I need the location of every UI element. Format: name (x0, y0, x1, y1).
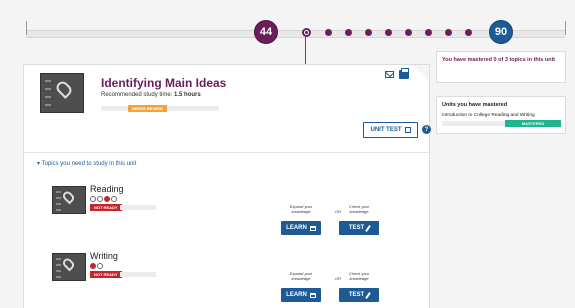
track-end-tick (565, 21, 566, 35)
progress-step[interactable] (465, 29, 472, 36)
map-pin-book-icon (52, 186, 86, 214)
status-badge: NOT READY (90, 271, 122, 278)
units-mastered-heading: Units you have mastered (442, 102, 508, 108)
print-icon[interactable] (399, 68, 409, 79)
topic-progress-bar (120, 272, 156, 277)
mastery-dots (90, 263, 103, 269)
book-icon (309, 292, 316, 298)
learn-hint: Expand your knowledge (289, 204, 313, 214)
mastered-unit-name[interactable]: Introduction to College Reading and Writ… (442, 113, 535, 118)
learn-button[interactable]: LEARN (281, 288, 321, 302)
test-button[interactable]: TEST (339, 288, 379, 302)
status-badge: MASTERED (505, 120, 561, 127)
learn-hint: Expand your knowledge (289, 271, 313, 281)
status-badge: NEEDS REVIEW (128, 105, 167, 112)
unit-header: Identifying Main Ideas Recommended study… (24, 65, 431, 153)
mastery-summary-card: You have mastered 0 of 3 topics in this … (436, 51, 566, 83)
map-pin-book-icon (52, 253, 86, 281)
progress-step[interactable] (345, 29, 352, 36)
progress-step[interactable] (325, 29, 332, 36)
mastery-summary-text: You have mastered 0 of 3 topics in this … (442, 57, 555, 63)
pencil-icon (365, 224, 371, 232)
progress-step[interactable] (425, 29, 432, 36)
mastery-dots (90, 196, 117, 202)
test-button[interactable]: TEST (339, 221, 379, 235)
topic-progress-bar (120, 205, 156, 210)
status-badge: NOT READY (90, 204, 122, 211)
help-icon[interactable]: ? (422, 125, 431, 134)
progress-end-node: 90 (489, 20, 513, 44)
unit-test-button[interactable]: UNIT TEST (363, 122, 418, 138)
topic-name: Writing (90, 251, 118, 261)
topic-writing: Writing NOT READY Expand your knowledge … (24, 247, 429, 308)
study-time: Recommended study time: 1.5 hours (101, 92, 201, 98)
track-start-tick (26, 21, 27, 35)
units-mastered-card: Units you have mastered Introduction to … (436, 96, 566, 134)
edit-icon (404, 127, 411, 133)
progress-step[interactable] (365, 29, 372, 36)
topics-toggle[interactable]: ▾ Topics you need to study in this unit (37, 160, 136, 167)
progress-step[interactable] (385, 29, 392, 36)
progress-start-node: 44 (254, 20, 278, 44)
topic-reading: Reading NOT READY Expand your knowledge … (24, 180, 429, 244)
unit-panel: Identifying Main Ideas Recommended study… (23, 64, 431, 308)
test-hint: Check your knowledge (348, 204, 370, 214)
learn-button[interactable]: LEARN (281, 221, 321, 235)
test-hint: Check your knowledge (348, 271, 370, 281)
page-corner-fold (413, 65, 429, 81)
book-icon (309, 225, 316, 231)
topic-name: Reading (90, 184, 124, 194)
progress-step-current[interactable] (302, 28, 311, 37)
unit-title: Identifying Main Ideas (101, 76, 227, 90)
current-position-pin (305, 37, 306, 65)
progress-step[interactable] (405, 29, 412, 36)
mail-icon[interactable] (385, 71, 394, 78)
progress-step[interactable] (445, 29, 452, 36)
progress-track (26, 30, 565, 38)
pencil-icon (365, 291, 371, 299)
map-pin-book-icon (40, 73, 84, 113)
